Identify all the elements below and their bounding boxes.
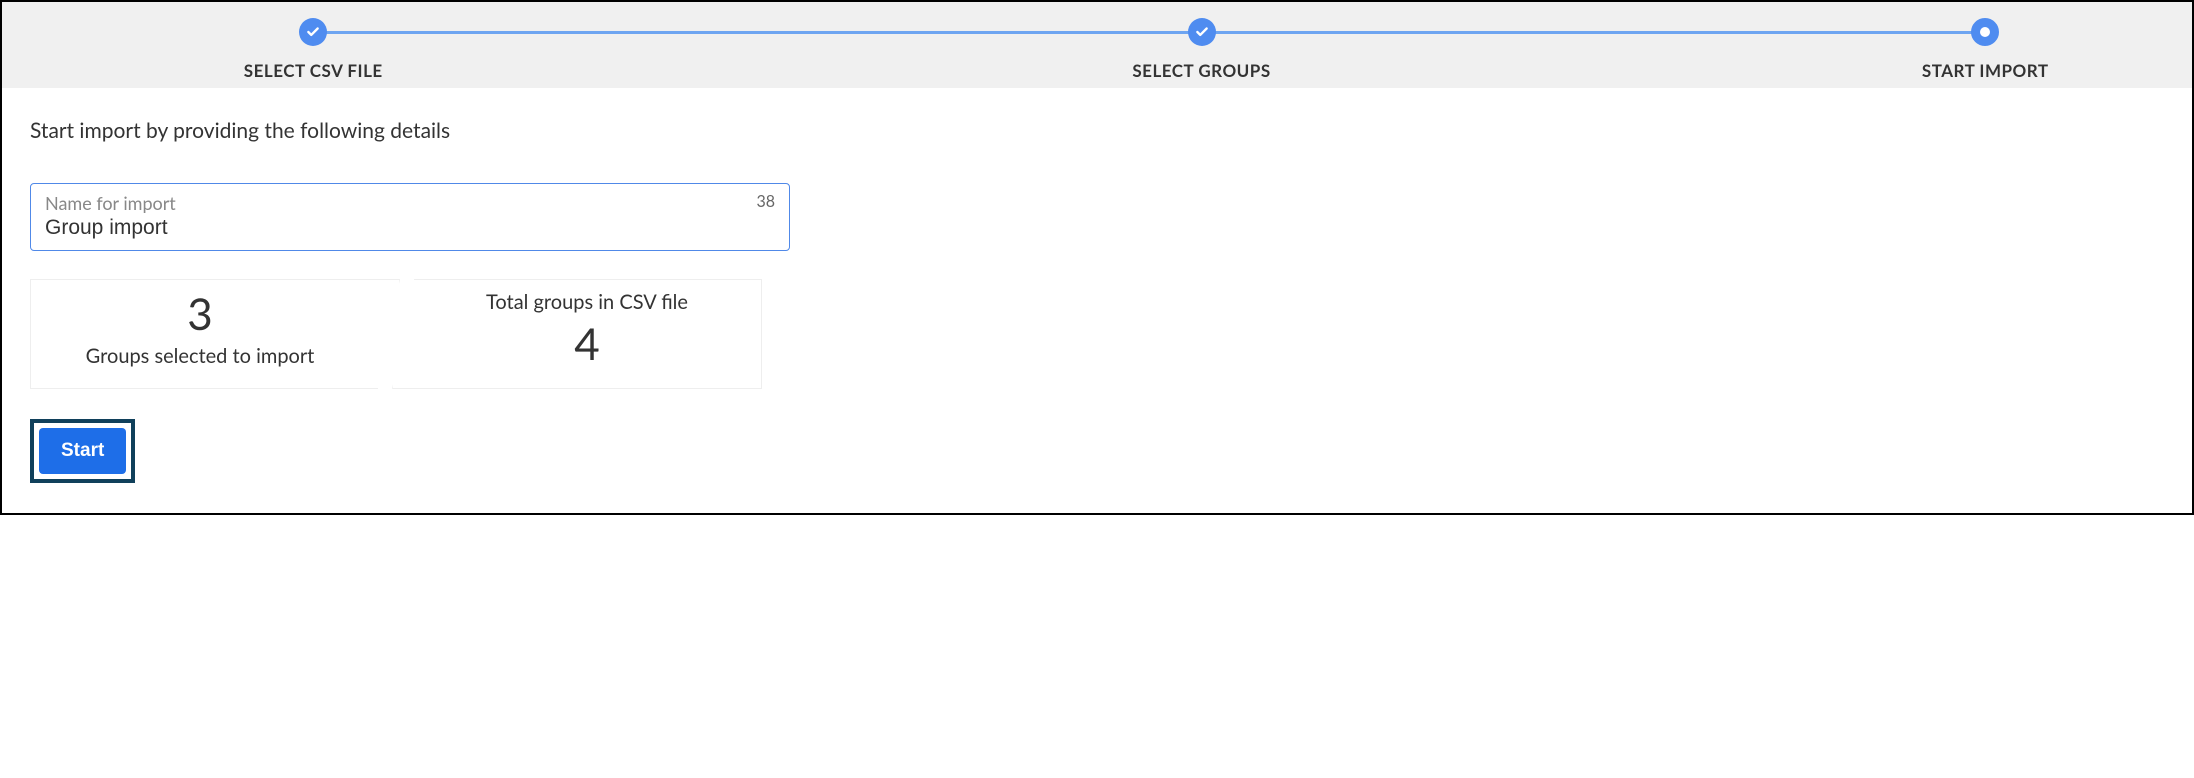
stats-row: 3 Groups selected to import Total groups… <box>30 279 2164 389</box>
step-label: SELECT GROUPS <box>1132 60 1270 81</box>
import-wizard-container: SELECT CSV FILE SELECT GROUPS START IMPO… <box>0 0 2194 515</box>
content-area: Start import by providing the following … <box>2 88 2192 513</box>
instruction-text: Start import by providing the following … <box>30 118 2164 143</box>
step-start-import[interactable]: START IMPORT <box>1829 18 2143 81</box>
stat-label: Groups selected to import <box>51 344 349 368</box>
check-icon <box>299 18 327 46</box>
import-name-input[interactable] <box>45 216 775 240</box>
stat-selected-groups: 3 Groups selected to import <box>30 279 400 389</box>
stat-total-groups: Total groups in CSV file 4 <box>392 279 762 389</box>
start-button-highlight: Start <box>30 419 135 483</box>
stat-number: 3 <box>51 290 349 338</box>
char-counter: 38 <box>756 192 775 211</box>
stat-number: 4 <box>433 320 741 368</box>
import-name-field-wrapper[interactable]: Name for import 38 <box>30 183 790 251</box>
step-select-csv[interactable]: SELECT CSV FILE <box>52 18 575 81</box>
current-step-icon <box>1971 18 1999 46</box>
stat-label: Total groups in CSV file <box>433 290 741 314</box>
check-icon <box>1188 18 1216 46</box>
step-label: SELECT CSV FILE <box>244 60 383 81</box>
stepper: SELECT CSV FILE SELECT GROUPS START IMPO… <box>2 2 2192 88</box>
input-label: Name for import <box>45 192 775 214</box>
step-select-groups[interactable]: SELECT GROUPS <box>575 18 1829 81</box>
step-label: START IMPORT <box>1922 60 2049 81</box>
start-button[interactable]: Start <box>39 428 126 474</box>
